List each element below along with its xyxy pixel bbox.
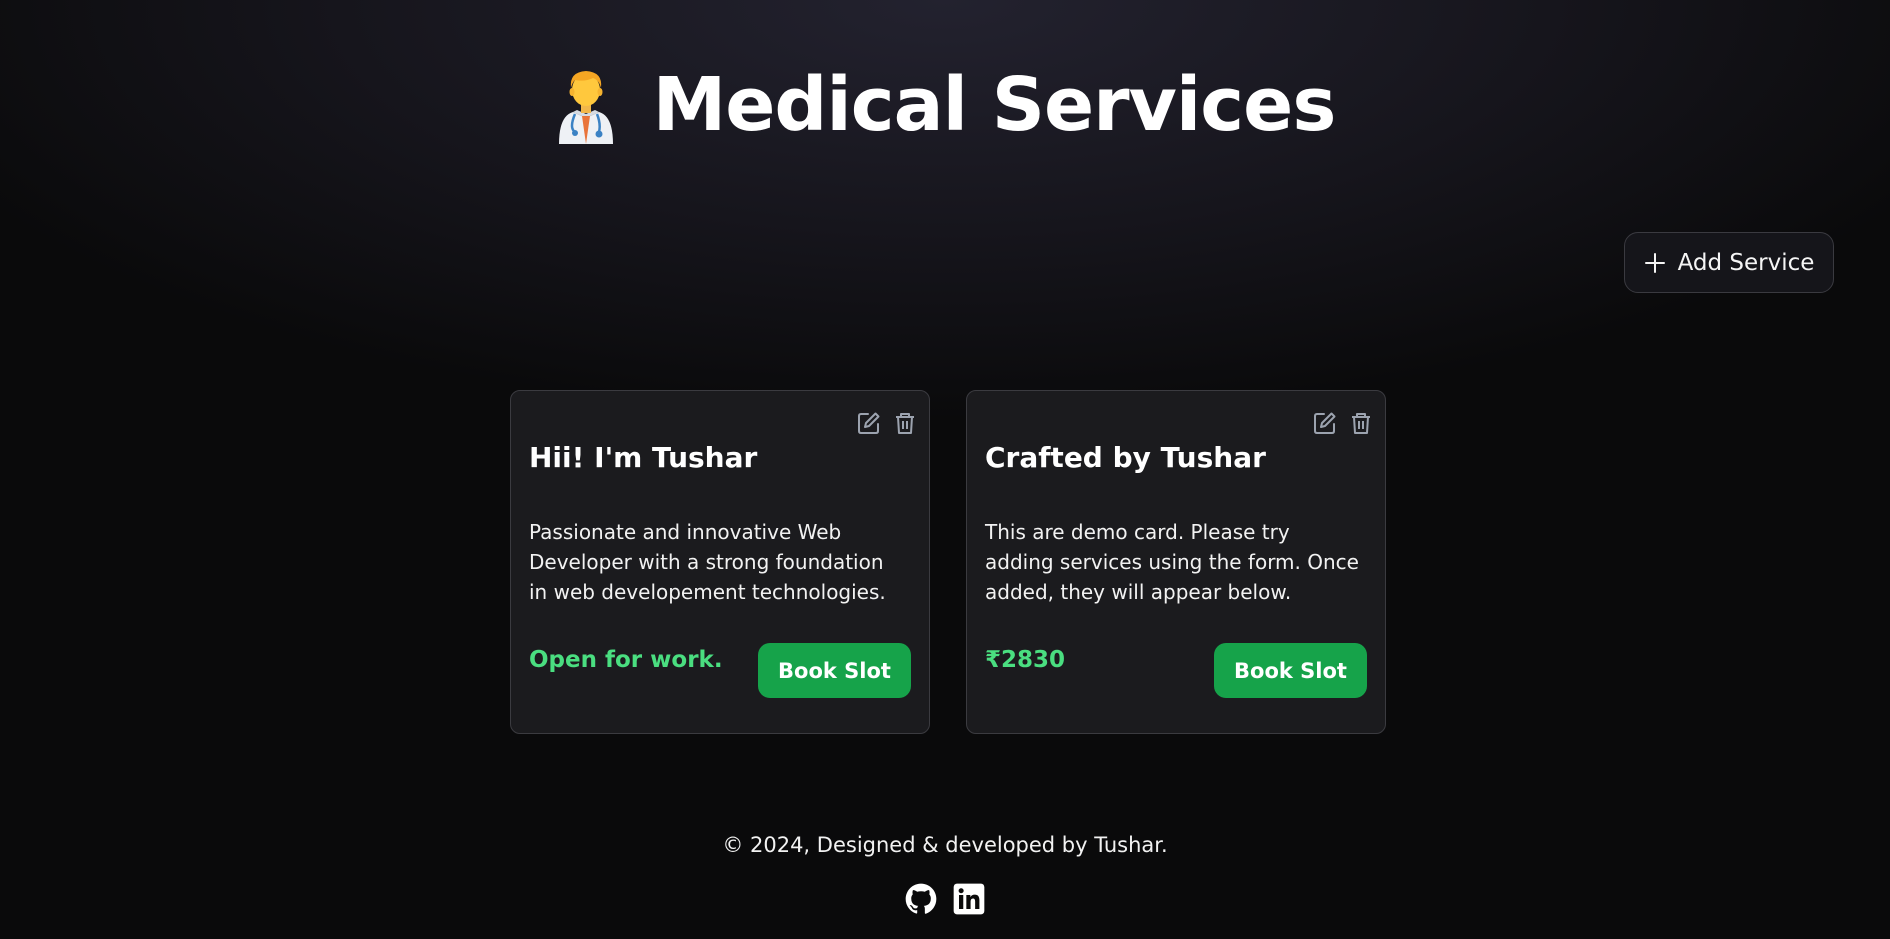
trash-icon[interactable] <box>1349 411 1373 435</box>
doctor-emoji-icon <box>558 71 613 144</box>
footer-text: © 2024, Designed & developed by Tushar. <box>722 833 1168 857</box>
edit-icon[interactable] <box>857 411 881 435</box>
card-price: ₹2830 <box>985 647 1066 673</box>
linkedin-icon[interactable] <box>953 883 985 915</box>
plus-icon <box>1644 252 1665 273</box>
add-service-label: Add Service <box>1677 249 1815 276</box>
social-links <box>0 883 1890 915</box>
book-slot-button[interactable]: Book Slot <box>758 643 911 698</box>
edit-icon[interactable] <box>1313 411 1337 435</box>
card-actions <box>857 411 917 435</box>
card-title: Hii! I'm Tushar <box>529 441 758 474</box>
card-description: Passionate and innovative Web Developer … <box>529 520 886 604</box>
card-actions <box>1313 411 1373 435</box>
service-card: Crafted by Tushar This are demo card. Pl… <box>966 390 1386 734</box>
trash-icon[interactable] <box>893 411 917 435</box>
github-icon[interactable] <box>905 883 937 915</box>
book-slot-button[interactable]: Book Slot <box>1214 643 1367 698</box>
add-service-button[interactable]: Add Service <box>1624 232 1834 293</box>
card-price: Open for work. <box>529 647 723 673</box>
card-title: Crafted by Tushar <box>985 441 1266 474</box>
card-description: This are demo card. Please try adding se… <box>985 520 1359 604</box>
service-card: Hii! I'm Tushar Passionate and innovativ… <box>510 390 930 734</box>
page-title: Medical Services <box>652 62 1337 148</box>
page-header: Medical Services <box>0 60 1890 150</box>
